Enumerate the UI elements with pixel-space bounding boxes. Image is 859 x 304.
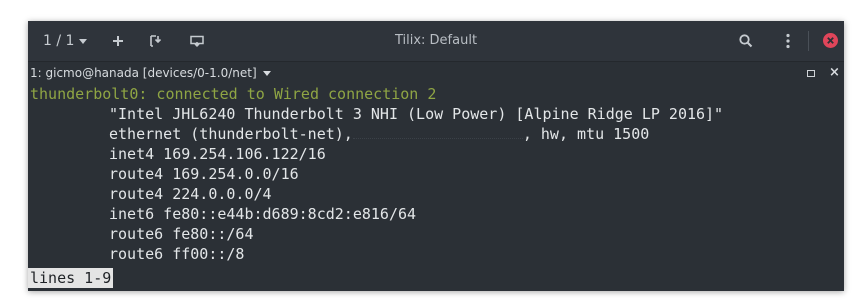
chevron-down-icon [262, 71, 271, 76]
output-line: ethernet (thunderbolt-net), , hw, mtu 150… [109, 124, 649, 144]
ethernet-line-suffix: , hw, mtu 1500 [522, 125, 650, 143]
ethernet-line-prefix: ethernet (thunderbolt-net), [109, 125, 353, 143]
titlebar-divider [808, 31, 809, 51]
session-switcher[interactable]: 1 / 1 [43, 21, 88, 61]
pager-status: lines 1-9 [28, 268, 114, 288]
output-line: route6 fe80::/64 [109, 225, 254, 243]
title-bar: 1 / 1 Tilix: Default [28, 21, 844, 61]
terminal-title-bar: 1: gicmo@hanada [devices/0-1.0/net] × [28, 61, 844, 85]
split-terminal-button[interactable] [146, 32, 164, 50]
terminal-title-menu[interactable]: 1: gicmo@hanada [devices/0-1.0/net] [30, 62, 271, 84]
menu-button[interactable] [779, 32, 797, 50]
plus-icon [113, 36, 123, 46]
terminal-close-icon[interactable]: × [829, 62, 840, 84]
add-terminal-button[interactable] [109, 32, 127, 50]
terminal-window: 1 / 1 Tilix: Default 1: gicmo@hanada [de… [28, 21, 844, 291]
terminal-output[interactable]: thunderbolt0: connected to Wired connect… [28, 84, 844, 291]
terminal-title: 1: gicmo@hanada [devices/0-1.0/net] [30, 66, 257, 80]
redacted-region [352, 127, 523, 139]
output-line: route4 169.254.0.0/16 [109, 165, 299, 183]
output-line: inet4 169.254.106.122/16 [109, 145, 326, 163]
session-sidebar-icon [190, 35, 204, 48]
output-line: route4 224.0.0.0/4 [109, 185, 272, 203]
search-icon [739, 34, 753, 48]
connection-status-line: thunderbolt0: connected to Wired connect… [30, 85, 437, 103]
output-line: "Intel JHL6240 Thunderbolt 3 NHI (Low Po… [109, 105, 724, 123]
split-horizontal-icon [150, 35, 162, 47]
output-line: route6 ff00::/8 [109, 245, 245, 263]
close-icon [827, 37, 834, 44]
output-line: inet6 fe80::e44b:d689:8cd2:e816/64 [109, 205, 417, 223]
sidebar-toggle-button[interactable] [188, 32, 206, 50]
session-count: 1 / 1 [43, 33, 75, 49]
search-button[interactable] [737, 32, 755, 50]
maximize-icon[interactable] [807, 70, 815, 77]
kebab-menu-icon [786, 33, 790, 49]
chevron-down-icon [79, 38, 88, 44]
window-close-button[interactable] [823, 33, 838, 48]
